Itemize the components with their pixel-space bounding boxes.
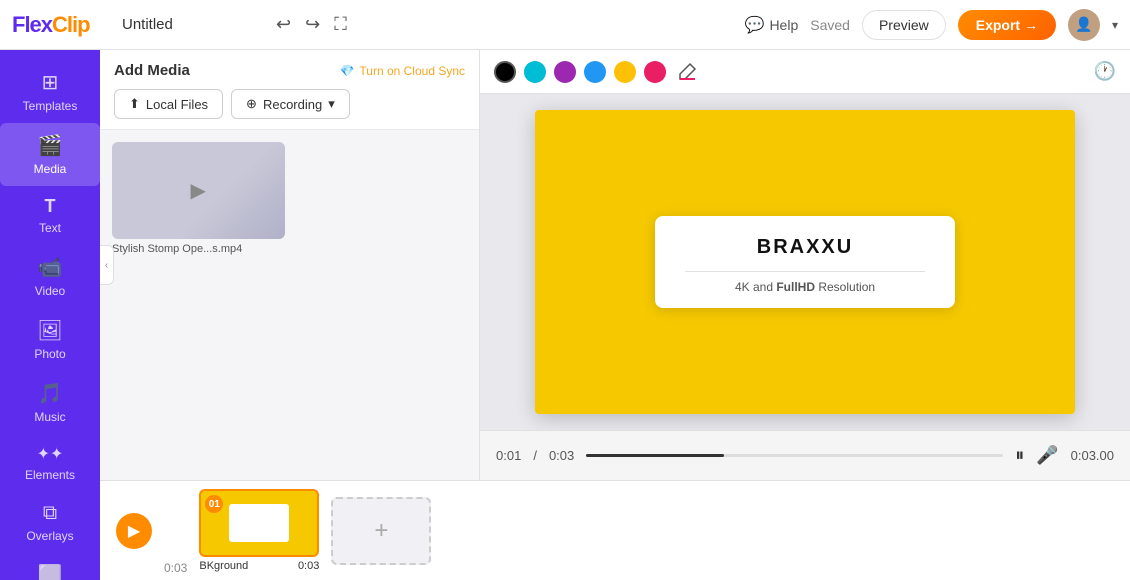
sidebar-item-label: Music — [34, 410, 65, 424]
account-chevron-button[interactable]: ▾ — [1112, 18, 1118, 32]
add-icon: + — [374, 517, 388, 545]
clip-duration: 0:03 — [298, 560, 319, 572]
left-panel: Add Media 💎 Turn on Cloud Sync ⬆ Local F… — [100, 50, 480, 480]
color-toolbar: 🕐 — [480, 50, 1130, 94]
cloud-sync-button[interactable]: 💎 Turn on Cloud Sync — [339, 64, 465, 78]
fullscreen-button[interactable]: ⛶ — [330, 10, 351, 39]
upload-icon: ⬆ — [129, 96, 140, 112]
sidebar-item-elements[interactable]: ✦✦ Elements — [0, 434, 100, 492]
color-purple[interactable] — [554, 61, 576, 83]
avatar[interactable]: 👤 — [1068, 9, 1100, 41]
duration-display: 0:03.00 — [1071, 448, 1114, 463]
sidebar-item-label: Elements — [25, 468, 75, 482]
current-time-display: 0:01 — [496, 448, 521, 463]
color-teal[interactable] — [524, 61, 546, 83]
media-icon: 🎬 — [38, 133, 63, 158]
color-pink[interactable] — [644, 61, 666, 83]
sidebar-item-label: Text — [39, 221, 61, 235]
help-button[interactable]: 💬 Help — [745, 15, 799, 35]
clip-label: BKground — [199, 560, 248, 572]
photo-icon: 🖼 — [37, 318, 62, 343]
resolution-text: 4K and FullHD Resolution — [685, 280, 925, 294]
microphone-icon[interactable]: 🎤 — [1036, 445, 1058, 466]
undo-icon: ↩ — [276, 14, 291, 35]
timeline-time: 0:03 — [164, 561, 187, 575]
sidebar-item-media[interactable]: 🎬 Media — [0, 123, 100, 186]
logo-text: FlexClip — [12, 12, 90, 38]
play-button[interactable]: ▶ — [116, 513, 152, 549]
timer-icon[interactable]: 🕐 — [1094, 61, 1116, 82]
sidebar-item-music[interactable]: 🎵 Music — [0, 371, 100, 434]
progress-fill — [586, 454, 724, 457]
templates-icon: ⊞ — [42, 70, 59, 95]
color-yellow[interactable] — [614, 61, 636, 83]
redo-button[interactable]: ↪ — [301, 10, 324, 39]
undo-button[interactable]: ↩ — [272, 10, 295, 39]
color-blue[interactable] — [584, 61, 606, 83]
clip-thumb-inner — [229, 504, 289, 542]
avatar-icon: 👤 — [1075, 16, 1092, 33]
recording-button[interactable]: ⊕ Recording ▾ — [231, 89, 350, 119]
canvas-area: 🕐 BRAXXU 4K and FullHD Resolution — [480, 50, 1130, 480]
elements-icon: ✦✦ — [37, 444, 64, 464]
sidebar-item-photo[interactable]: 🖼 Photo — [0, 308, 100, 371]
brand-name: BRAXXU — [685, 236, 925, 259]
fullscreen-icon: ⛶ — [334, 14, 347, 35]
project-title-input[interactable] — [122, 16, 262, 33]
progress-bar[interactable] — [586, 454, 1003, 457]
preview-button[interactable]: Preview — [862, 10, 946, 40]
fill-color-button[interactable] — [674, 59, 700, 85]
logo: FlexClip — [12, 12, 112, 38]
clip-thumbnail: 01 — [199, 489, 319, 557]
canvas-container[interactable]: BRAXXU 4K and FullHD Resolution — [480, 94, 1130, 430]
bkground-icon: ⬜ — [38, 563, 63, 580]
color-black[interactable] — [494, 61, 516, 83]
media-grid: ▶ Stylish Stomp Ope...s.mp4 — [100, 130, 479, 480]
chevron-down-icon: ▾ — [1112, 18, 1118, 32]
text-icon: T — [45, 196, 56, 217]
video-canvas: BRAXXU 4K and FullHD Resolution — [535, 110, 1075, 414]
sidebar-item-overlays[interactable]: ⧉ Overlays — [0, 492, 100, 553]
sidebar-item-label: Templates — [23, 99, 78, 113]
local-files-button[interactable]: ⬆ Local Files — [114, 89, 223, 119]
overlays-icon: ⧉ — [43, 502, 57, 525]
music-icon: 🎵 — [38, 381, 63, 406]
sidebar-item-templates[interactable]: ⊞ Templates — [0, 60, 100, 123]
video-card: BRAXXU 4K and FullHD Resolution — [655, 216, 955, 308]
timeline: ▶ 0:03 01 BKground 0:03 + — [100, 480, 1130, 580]
add-media-title: Add Media — [114, 62, 190, 79]
media-thumbnail: ▶ — [112, 142, 285, 239]
add-clip-button[interactable]: + — [331, 497, 431, 565]
cloud-icon: 💎 — [339, 64, 354, 78]
video-controls: 0:01 / 0:03 ⏸ 🎤 0:03.00 — [480, 430, 1130, 480]
pause-button[interactable]: ⏸ — [1015, 445, 1024, 466]
recording-chevron-icon: ▾ — [328, 96, 335, 112]
video-icon: 📹 — [38, 255, 63, 280]
table-row[interactable]: 01 BKground 0:03 — [199, 489, 319, 572]
sidebar-item-bkground[interactable]: ⬜ BKground — [0, 553, 100, 580]
chevron-left-icon: ‹ — [105, 260, 108, 271]
total-time-display: 0:03 — [549, 448, 574, 463]
play-icon: ▶ — [128, 521, 140, 541]
saved-status: Saved — [810, 17, 850, 33]
redo-icon: ↪ — [305, 14, 320, 35]
sidebar-item-label: Overlays — [26, 529, 73, 543]
recording-icon: ⊕ — [246, 96, 257, 112]
pause-icon: ⏸ — [1015, 445, 1024, 466]
timeline-time-wrapper: 0:03 — [164, 487, 187, 575]
media-filename: Stylish Stomp Ope...s.mp4 — [112, 243, 285, 255]
sidebar-item-label: Video — [35, 284, 65, 298]
help-icon: 💬 — [745, 15, 765, 35]
sidebar: ⊞ Templates 🎬 Media T Text 📹 Video 🖼 Pho… — [0, 50, 100, 580]
sidebar-item-label: Photo — [34, 347, 65, 361]
list-item[interactable]: ▶ Stylish Stomp Ope...s.mp4 — [112, 142, 285, 468]
time-separator: / — [533, 448, 537, 463]
clip-badge: 01 — [205, 495, 223, 513]
sidebar-item-text[interactable]: T Text — [0, 186, 100, 245]
export-button[interactable]: Export → — [958, 10, 1056, 40]
sidebar-item-label: Media — [34, 162, 67, 176]
panel-collapse-handle[interactable]: ‹ — [100, 245, 114, 285]
sidebar-item-video[interactable]: 📹 Video — [0, 245, 100, 308]
